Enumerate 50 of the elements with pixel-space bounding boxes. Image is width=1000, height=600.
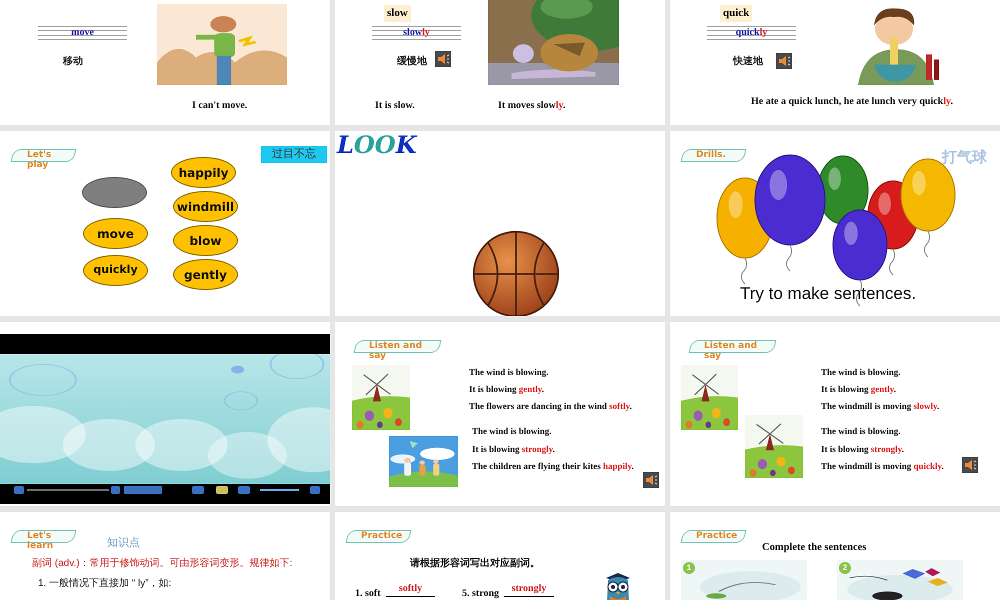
title-text: Complete the sentences [762, 541, 866, 555]
vocabulary-word: quickly [736, 26, 768, 40]
sentence: The flowers are dancing in the wind softly. [469, 400, 632, 413]
sentence: It is blowing gently. [821, 383, 896, 396]
vocabulary-word: move [71, 26, 94, 40]
sentence: It is blowing gently. [469, 383, 544, 396]
sentence: It moves slowly. [498, 99, 566, 113]
word-oval: move [83, 218, 148, 249]
sentence: The wind is blowing. [821, 425, 901, 438]
section-banner: Let's play [12, 149, 75, 170]
sentence: I can't move. [192, 99, 248, 113]
item-label: 1. soft [355, 587, 381, 600]
sentence: The wind is blowing. [821, 366, 901, 379]
rule-text: 副词 (adv.)：常用于修饰动词。可由形容词变形。规律如下: [32, 556, 292, 571]
section-banner: Let's learn [12, 530, 75, 551]
word-meaning: 缓慢地 [397, 54, 427, 69]
hint-text: 打气球 [942, 148, 987, 168]
sentence: The wind is blowing. [469, 366, 549, 379]
title-badge: 过目不忘 [261, 146, 327, 163]
word-meaning: 移动 [63, 54, 83, 69]
word-oval: gently [173, 259, 238, 290]
prompt-text: Try to make sentences. [740, 283, 916, 305]
word-meaning: 快速地 [733, 54, 763, 69]
vocabulary-word: slowly [403, 26, 430, 40]
sentence: The wind is blowing. [472, 425, 552, 438]
topic-text: 知识点 [107, 536, 140, 551]
item-label: 5. strong [462, 587, 500, 600]
section-banner: Listen and say [690, 340, 775, 361]
sentence: The windmill is moving slowly. [821, 400, 940, 413]
section-banner: Practice [682, 530, 745, 541]
word-oval: windmill [173, 191, 238, 222]
sentence: It is blowing strongly. [821, 443, 904, 456]
word-tag: quick [720, 5, 752, 22]
word-oval: blow [173, 225, 238, 256]
sentence: It is slow. [375, 99, 415, 113]
sentence: The children are flying their kites happily. [472, 460, 634, 473]
section-banner: Practice [347, 530, 410, 541]
sentence: It is blowing strongly. [472, 443, 555, 456]
instruction-text: 请根据形容词写出对应副词。 [410, 556, 540, 571]
section-banner: Drills. [682, 149, 745, 160]
section-banner: Listen and say [355, 340, 440, 361]
point-text: 1. 一般情况下直接加 “ ly”，如: [38, 576, 172, 591]
sentence: He ate a quick lunch, he ate lunch very quickly. [751, 95, 953, 109]
look-logo: LOOK [337, 133, 417, 157]
word-oval: quickly [83, 255, 148, 286]
word-oval: happily [171, 157, 236, 188]
word-tag: slow [384, 5, 411, 22]
answer-line: softly [386, 582, 435, 597]
answer-line: strongly [504, 582, 554, 597]
sentence: The windmill is moving quickly. [821, 460, 944, 473]
